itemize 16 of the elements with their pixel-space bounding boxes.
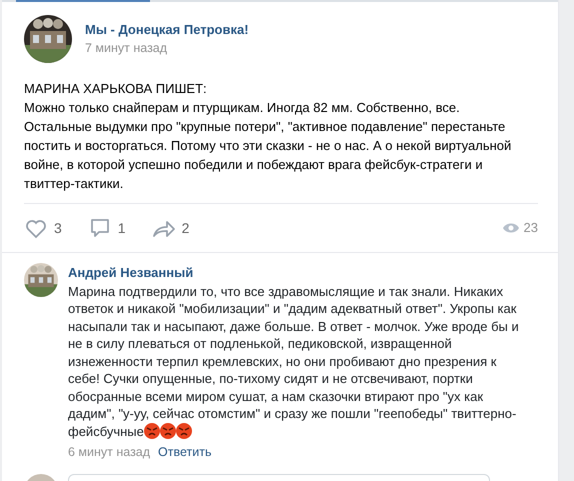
angry-face-icon: [176, 422, 192, 438]
author-name[interactable]: Мы - Донецкая Петровка!: [85, 20, 249, 40]
reply-link[interactable]: Ответить: [158, 443, 212, 462]
comment-text: Марина подтвердили то, что все здравомыслящие и так знали. Никаких ответок и никакой "мобилизации" и "дадим адекватный ответ". Укропы как насыпали так и насыпают, даже больше. В ответ - молчок. Уже вроде бы и не в силу плеваться от подленькой, педиковской, извращенной изнеженности терпил кремлевских, но они пробивают дно презрения к себе! Сучки опущенные, по-тихому сидят и не отсвечивают, портки обосранные всеми миром сушат, а нам сказочки втирают про "ух как дадим", "у-уу, сейчас отомстим" и сразу же пошли "геепобеды" твиттерно-фейсбучные: [68, 282, 520, 440]
eye-icon: [502, 222, 519, 234]
view-count: 23: [524, 219, 538, 238]
angry-face-icon: [160, 422, 176, 438]
like-button[interactable]: 3: [24, 216, 62, 240]
commenter-name[interactable]: Андрей Незванный: [68, 263, 528, 282]
comment-button[interactable]: 1: [88, 216, 126, 240]
post-text: Можно только снайперам и птурщикам. Иногда 82 мм. Собственно, все. Остальные выдумки про "крупные потери", "активное подавление" перестаньте постить и восторгаться. Потому что эти сказки - не о нас. А о некой виртуальной войне, в которой успешно победили и побеждают врага фейсбук-стратеги и твиттер-тактики.: [24, 99, 512, 193]
post-title: МАРИНА ХАРЬКОВА ПИШЕТ:: [24, 80, 208, 98]
post-time[interactable]: 7 минут назад: [85, 39, 249, 58]
comment-time[interactable]: 6 минут назад: [68, 443, 150, 462]
angry-face-icon: [144, 422, 160, 438]
share-button[interactable]: 2: [152, 216, 190, 240]
